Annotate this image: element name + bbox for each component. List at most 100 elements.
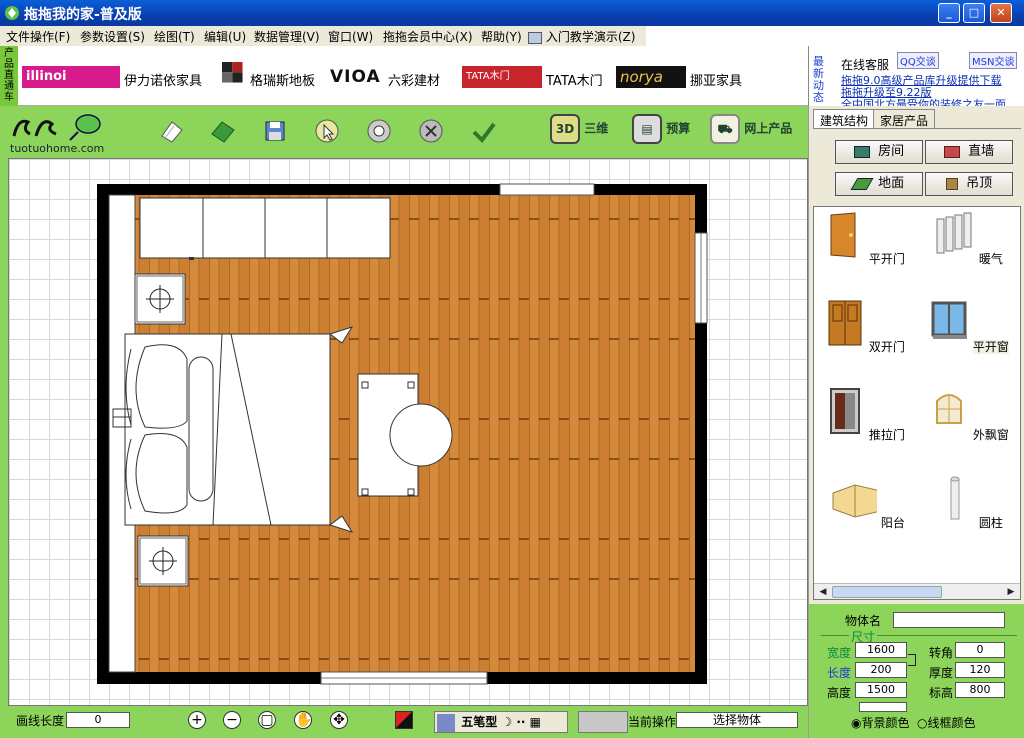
length-field[interactable]: 200 [855,662,907,678]
menu-draw[interactable]: 绘图(T) [154,28,195,45]
height-field[interactable]: 1500 [855,682,907,698]
tab-building-structure[interactable]: 建筑结构 [813,109,876,129]
fit-view-icon[interactable]: ▢ [258,711,276,729]
width-field[interactable]: 1600 [855,642,907,658]
object-radiator[interactable]: 暖气 [924,211,1014,267]
logo-url: tuotuohome.com [10,142,105,155]
object-name-label: 物体名 [845,614,882,628]
ime-status-box [578,711,628,733]
zoom-out-icon[interactable]: − [223,711,241,729]
menu-settings[interactable]: 参数设置(S) [80,28,145,45]
rotation-field[interactable]: 0 [955,642,1005,658]
wardrobe[interactable] [139,197,391,260]
tuotuo-logo-mark [12,114,101,141]
object-round-column[interactable]: 圆柱 [924,475,1014,531]
object-label: 平开门 [868,252,905,266]
menu-tutorial[interactable]: 入门教学演示(Z) [528,28,635,45]
nightstand-bottom[interactable] [137,535,189,587]
straight-wall-button[interactable]: 直墙 [925,140,1013,164]
object-balcony[interactable]: 阳台 [820,475,910,531]
msn-chat-button[interactable]: MSN交谈 [969,52,1018,69]
thickness-label: 厚度 [929,666,954,680]
object-sliding-door[interactable]: 推拉门 [820,387,910,443]
budget-button[interactable]: ▤ 预算 [632,114,690,148]
menu-help[interactable]: 帮助(Y) [481,28,522,45]
view-3d-button[interactable]: 3D 三维 [550,114,608,148]
canvas-left-strip [0,158,8,706]
floor-plan-canvas[interactable] [8,158,808,706]
window-title: 拖拖我的家-普及版 [24,7,142,23]
main-toolbar: tuotuohome.com 3D 三维 ▤ 预算 ⛟ 网上产品 [0,106,808,158]
move-icon[interactable]: ✥ [330,711,348,729]
object-casement-window[interactable]: 平开窗 [924,299,1014,355]
open-file-icon[interactable] [208,116,238,146]
brand-item-floor[interactable]: 格瑞斯地板 [218,62,322,92]
close-button[interactable]: ✕ [990,3,1012,23]
pan-hand-icon[interactable]: ✋ [294,711,312,729]
maximize-button[interactable]: □ [963,3,985,23]
floor-button[interactable]: 地面 [835,172,923,196]
illinoi-logo: illinoi [22,66,120,88]
room-button[interactable]: 房间 [835,140,923,164]
menu-data[interactable]: 数据管理(V) [254,28,320,45]
brand-name: 六彩建材 [388,74,441,89]
brand-name: 挪亚家具 [690,74,743,89]
brand-item-tata[interactable]: TATA木门 TATA木门 [462,66,606,92]
room-label: 房间 [878,144,905,159]
scroll-right-icon[interactable]: ▶ [1004,585,1018,599]
top-window[interactable] [499,183,595,196]
rotate-tool-icon[interactable] [364,116,394,146]
brand-item-norya[interactable]: norya 挪亚家具 [616,66,756,92]
frame-color-option[interactable]: ○线框颜色 [917,714,976,731]
object-bay-window[interactable]: 外飘窗 [924,387,1014,443]
floor-plan[interactable] [9,159,809,707]
nightstand-top[interactable] [134,273,186,325]
elevation-field[interactable]: 800 [955,682,1005,698]
color-swatch[interactable] [859,702,907,712]
save-icon[interactable] [260,116,290,146]
ceiling-button[interactable]: 吊顶 [925,172,1013,196]
tutorial-icon [528,31,542,44]
scroll-thumb[interactable] [832,586,942,598]
view-3d-label: 三维 [584,121,609,136]
product-express-tag: 产品直通车 [0,46,18,106]
budget-icon: ▤ [632,114,662,144]
bg-color-option[interactable]: ◉背景颜色 [851,714,910,731]
vioa-logo: VIOA [330,67,381,87]
online-products-button[interactable]: ⛟ 网上产品 [710,114,792,148]
object-swing-door[interactable]: 平开门 [820,211,910,267]
input-method-bar[interactable]: 五笔型 ☽ ·· ▦ [434,711,568,733]
tab-home-products[interactable]: 家居产品 [873,109,936,129]
delete-tool-icon[interactable] [416,116,446,146]
menu-tutorial-label: 入门教学演示(Z) [545,30,636,44]
menu-window[interactable]: 窗口(W) [328,28,373,45]
link-ratio-icon[interactable] [908,654,916,666]
menu-file[interactable]: 文件操作(F) [6,28,70,45]
ime-moon-icon: ☽ ·· ▦ [501,715,541,729]
horizontal-scrollbar[interactable]: ◀ ▶ [814,583,1020,599]
object-double-door[interactable]: 双开门 [820,299,910,355]
new-file-icon[interactable] [156,116,186,146]
round-stool[interactable] [389,403,453,467]
line-length-field[interactable]: 0 [66,712,130,728]
menu-member[interactable]: 拖拖会员中心(X) [383,28,473,45]
minimize-button[interactable]: _ [938,3,960,23]
thickness-field[interactable]: 120 [955,662,1005,678]
ceiling-icon [945,177,958,190]
object-name-field[interactable] [893,612,1005,628]
tab-divider [813,128,1021,129]
zoom-in-icon[interactable]: + [188,711,206,729]
menu-edit[interactable]: 编辑(U) [204,28,246,45]
double-bed[interactable] [112,326,354,533]
scroll-left-icon[interactable]: ◀ [816,585,830,599]
color-picker-icon[interactable] [395,711,413,729]
pointer-tool-icon[interactable] [312,116,342,146]
brand-item-illinoi[interactable]: illinoi 伊力诺依家具 [22,66,212,92]
qq-chat-button[interactable]: QQ交谈 [897,52,939,69]
frame-color-label: 线框颜色 [927,716,976,730]
width-label: 宽度 [827,646,852,660]
news-link[interactable]: 全中国北方最受你的装修之友一面 [841,96,1021,106]
radiator-icon [936,212,972,254]
brand-item-liucai[interactable]: VIOA 六彩建材 [330,66,450,92]
undo-icon[interactable] [468,116,498,146]
